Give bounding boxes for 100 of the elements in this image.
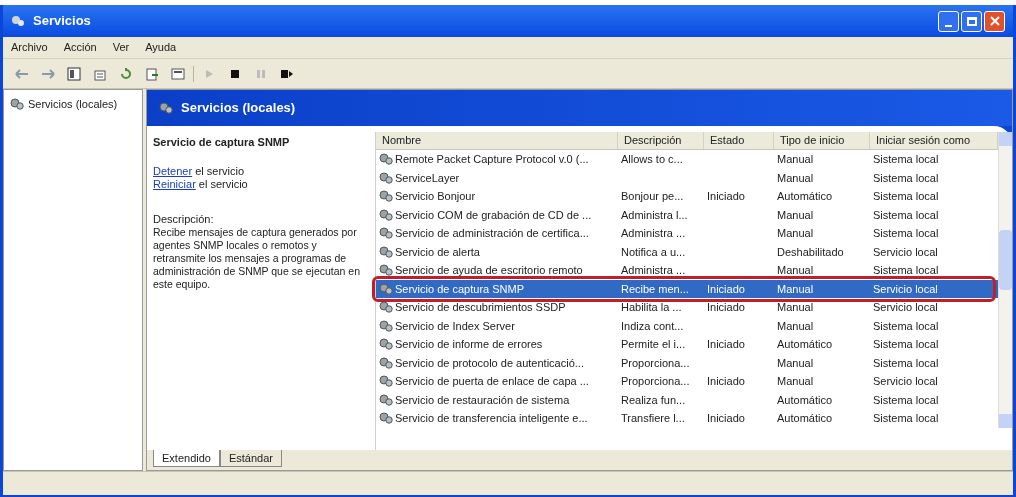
gears-icon bbox=[379, 412, 393, 425]
gears-icon bbox=[379, 245, 393, 258]
table-cell-text: Administra ... bbox=[621, 226, 686, 241]
service-row[interactable]: Servicio de informe de errores Permite el i... Iniciado Automático Sistema local bbox=[376, 335, 998, 354]
menu-item[interactable]: Archivo bbox=[11, 39, 48, 56]
table-cell-text: Automático bbox=[777, 189, 833, 204]
table-cell-text: Servicio local bbox=[873, 374, 938, 389]
table-cell-text: Sistema local bbox=[873, 207, 939, 223]
service-row[interactable]: ServiceLayer Manual Sistema local bbox=[376, 168, 998, 187]
table-cell-text: Manual bbox=[777, 226, 814, 241]
table-cell-text: Sistema local bbox=[873, 411, 939, 426]
gears-icon bbox=[379, 264, 393, 277]
close-button[interactable] bbox=[984, 10, 1005, 32]
table-cell-text: Manual bbox=[777, 263, 814, 278]
service-row[interactable]: Servicio de Index Server Indiza cont... Manual Sistema local bbox=[376, 316, 998, 335]
gears-icon bbox=[379, 319, 393, 332]
table-cell-text: Servicio local bbox=[873, 244, 938, 260]
service-row[interactable]: Servicio de captura SNMP Recibe men... Iniciado Manual Servicio local bbox=[376, 279, 998, 298]
table-cell-text: Habilita la ... bbox=[621, 300, 682, 315]
service-row[interactable]: Servicio de ayuda de escritorio remoto Administra ... Manual Sistema local bbox=[376, 261, 998, 280]
view-tab[interactable]: Estándar bbox=[219, 450, 282, 467]
service-row[interactable]: Servicio de descubrimientos SSDP Habilita la ... Iniciado Manual Servicio local bbox=[376, 298, 998, 317]
table-cell-text: Sistema local bbox=[873, 392, 939, 408]
table-cell-text: Proporciona... bbox=[621, 355, 690, 371]
table-cell-text: Automático bbox=[777, 411, 833, 426]
service-row[interactable]: Servicio de restauración de sistema Realiza fun... Automático Sistema local bbox=[376, 390, 998, 409]
column-header[interactable]: Nombre bbox=[376, 132, 618, 149]
table-cell-text: Manual bbox=[777, 374, 814, 389]
table-cell-text: Transfiere l... bbox=[621, 411, 685, 426]
action-link[interactable]: Reiniciar bbox=[153, 177, 196, 191]
menu-item[interactable]: Ver bbox=[112, 39, 130, 56]
table-cell-text: Sistema local bbox=[873, 170, 939, 186]
gears-icon bbox=[159, 102, 173, 114]
gears-icon bbox=[379, 282, 393, 295]
table-cell-text: Servicio de ayuda de escritorio remoto bbox=[395, 263, 583, 278]
table-cell-text: Automático bbox=[777, 392, 833, 408]
close-icon bbox=[989, 16, 1000, 26]
table-cell-text: ServiceLayer bbox=[395, 170, 460, 186]
table-cell-text: Sistema local bbox=[873, 226, 939, 241]
menu-item[interactable]: Acción bbox=[63, 39, 97, 56]
gears-icon bbox=[379, 375, 393, 388]
table-cell-text: Iniciado bbox=[707, 411, 745, 426]
table-cell-text: Servicio de administración de certifica... bbox=[395, 226, 589, 241]
scrollbar[interactable] bbox=[998, 132, 1012, 428]
service-row[interactable]: Servicio de puerta de enlace de capa ... Proporciona... Iniciado Manual Servicio local bbox=[376, 372, 998, 391]
table-cell-text: Sistema local bbox=[873, 263, 939, 278]
column-header[interactable]: Tipo de inicio bbox=[774, 132, 870, 149]
tree-item[interactable]: Servicios (locales) bbox=[8, 96, 142, 113]
table-cell-text: Iniciado bbox=[707, 300, 745, 315]
table-cell-text: Iniciado bbox=[707, 374, 745, 389]
maximize-icon bbox=[966, 16, 977, 26]
action-link[interactable]: Detener bbox=[153, 164, 193, 178]
table-cell-text: Servicio de restauración de sistema bbox=[395, 392, 570, 408]
gears-icon bbox=[379, 171, 393, 184]
minimize-icon bbox=[945, 24, 952, 27]
gears-icon bbox=[10, 98, 24, 111]
service-row[interactable]: Servicio Bonjour Bonjour pe... Iniciado Automático Sistema local bbox=[376, 187, 998, 206]
table-cell-text: Remote Packet Capture Protocol v.0 (... bbox=[395, 152, 589, 167]
service-row[interactable]: Servicio de administración de certifica... Administra ... Manual Sistema local bbox=[376, 224, 998, 243]
column-header[interactable]: Estado bbox=[704, 132, 774, 149]
table-cell-text: Proporciona... bbox=[621, 374, 690, 389]
gears-icon bbox=[379, 190, 393, 203]
table-cell-text: Allows to c... bbox=[621, 152, 683, 167]
table-cell-text: Sistema local bbox=[873, 152, 939, 167]
table-cell-text: Notifica a u... bbox=[621, 244, 686, 260]
table-cell-text: Indiza cont... bbox=[621, 318, 684, 334]
table-cell-text: Sistema local bbox=[873, 189, 939, 204]
table-cell-text: Deshabilitado bbox=[777, 244, 844, 260]
table-cell-text: Servicio de alerta bbox=[395, 244, 480, 260]
gears-icon bbox=[379, 153, 393, 166]
service-row[interactable]: Servicio de alerta Notifica a u... Deshabilitado Servicio local bbox=[376, 242, 998, 261]
table-cell-text: Servicio COM de grabación de CD de ... bbox=[395, 207, 592, 223]
minimize-button[interactable] bbox=[938, 10, 959, 32]
table-cell-text: Recibe men... bbox=[621, 281, 689, 297]
table-cell-text: Servicio de protocolo de autenticació... bbox=[395, 355, 584, 371]
view-tab[interactable]: Extendido bbox=[153, 450, 220, 467]
service-row[interactable]: Remote Packet Capture Protocol v.0 (... Allows to c... Manual Sistema local bbox=[376, 150, 998, 169]
table-cell-text: Manual bbox=[777, 170, 814, 186]
gears-icon bbox=[11, 15, 25, 27]
service-title: Servicio de captura SNMP bbox=[153, 135, 291, 150]
service-row[interactable]: Servicio COM de grabación de CD de ... Administra l... Manual Sistema local bbox=[376, 205, 998, 224]
service-row[interactable]: Servicio de protocolo de autenticació... Proporciona... Manual Sistema local bbox=[376, 353, 998, 372]
action-text: el servicio bbox=[195, 164, 245, 178]
table-cell-text: Manual bbox=[777, 318, 814, 334]
table-cell-text: Permite el i... bbox=[621, 337, 686, 352]
table-cell-text: Iniciado bbox=[707, 189, 745, 204]
table-cell-text: Iniciado bbox=[707, 337, 745, 352]
column-header[interactable]: Descripción bbox=[618, 132, 704, 149]
table-cell-text: Automático bbox=[777, 337, 833, 352]
service-row[interactable]: Servicio de transferencia inteligente e... Transfiere l... Iniciado Automático Sistema local bbox=[376, 409, 998, 428]
table-cell-text: Servicio Bonjour bbox=[395, 189, 476, 204]
menu-item[interactable]: Ayuda bbox=[145, 39, 177, 56]
maximize-button[interactable] bbox=[961, 10, 982, 32]
table-cell-text: Servicio de Index Server bbox=[395, 318, 515, 334]
table-cell-text: Servicio de captura SNMP bbox=[395, 281, 524, 297]
table-cell-text: Administra ... bbox=[621, 263, 686, 278]
table-cell-text: Servicio local bbox=[873, 281, 938, 297]
table-cell-text: Sistema local bbox=[873, 337, 939, 352]
table-cell-text: Manual bbox=[777, 300, 814, 315]
table-cell-text: Sistema local bbox=[873, 355, 939, 371]
